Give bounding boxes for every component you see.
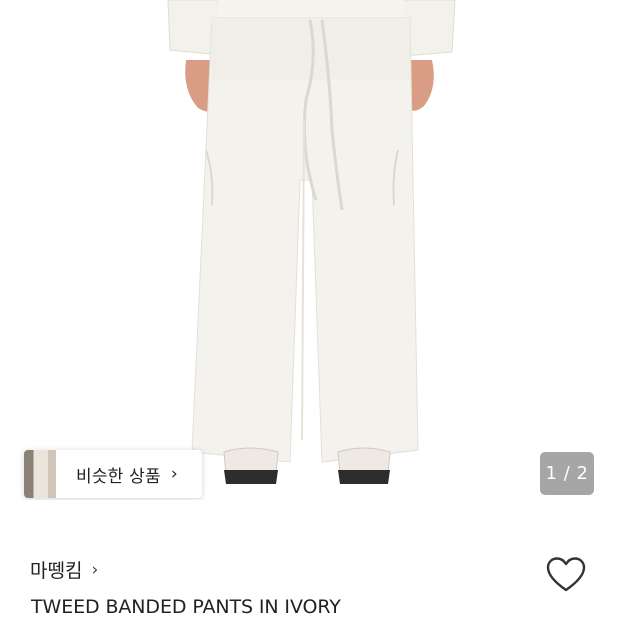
brand-link[interactable]: 마뗑킴 › — [30, 556, 98, 583]
product-image[interactable]: 비슷한 상품 › 1 / 2 — [0, 0, 620, 500]
similar-products-label: 비슷한 상품 — [76, 466, 161, 487]
similar-product-thumbnail — [24, 450, 56, 498]
product-title: TWEED BANDED PANTS IN IVORY — [31, 596, 341, 618]
brand-name: 마뗑킴 — [30, 560, 83, 582]
image-page-indicator: 1 / 2 — [540, 452, 594, 495]
similar-products-button[interactable]: 비슷한 상품 › — [24, 450, 202, 498]
like-button[interactable] — [545, 555, 587, 595]
chevron-right-icon: › — [91, 559, 99, 580]
chevron-right-icon: › — [170, 464, 178, 484]
product-photo — [167, 0, 456, 484]
heart-outline-icon — [546, 557, 586, 592]
